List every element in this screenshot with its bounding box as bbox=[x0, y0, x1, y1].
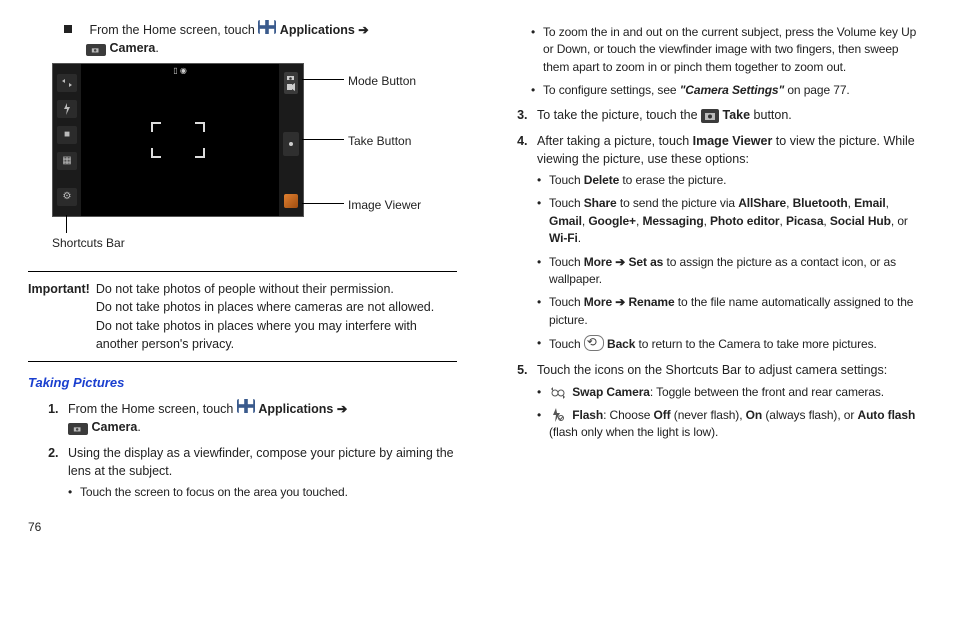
arrow-icon: ➔ bbox=[358, 23, 368, 37]
camera-shortcuts-bar: ■ ▦ ⚙ bbox=[53, 64, 81, 216]
bullet-back: Touch Back to return to the Camera to ta… bbox=[537, 335, 926, 353]
shortcut-icon: ▦ bbox=[57, 152, 77, 170]
step2-bullet: Touch the screen to focus on the area yo… bbox=[68, 484, 457, 501]
step-4: After taking a picture, touch Image View… bbox=[531, 132, 926, 354]
camera-icon bbox=[68, 423, 88, 435]
important-box: Important! Do not take photos of people … bbox=[28, 271, 457, 362]
camera-statusbar: ▯ ◉ bbox=[81, 64, 279, 78]
swap-camera-icon bbox=[549, 387, 569, 401]
take-icon bbox=[701, 109, 719, 123]
bullet-flash: Flash: Choose Off (never flash), On (alw… bbox=[537, 407, 926, 442]
camera-right-bar bbox=[279, 64, 303, 216]
label-image-viewer: Image Viewer bbox=[348, 197, 421, 214]
page: From the Home screen, touch Applications… bbox=[28, 20, 926, 537]
bullet-rename: Touch More ➔ Rename to the file name aut… bbox=[537, 294, 926, 329]
settings-gear-icon: ⚙ bbox=[57, 188, 77, 206]
swap-camera-icon bbox=[57, 74, 77, 92]
step-2: Using the display as a viewfinder, compo… bbox=[62, 444, 457, 502]
bullet-share: Touch Share to send the picture via AllS… bbox=[537, 195, 926, 247]
step2-zoom-bullet: To zoom the in and out on the current su… bbox=[531, 24, 926, 76]
open-camera-instruction: From the Home screen, touch Applications… bbox=[28, 20, 457, 57]
flash-mode-icon bbox=[57, 100, 77, 118]
text: From the Home screen, touch bbox=[89, 23, 258, 37]
shortcut-icon: ■ bbox=[57, 126, 77, 144]
step-1: From the Home screen, touch Applications… bbox=[62, 399, 457, 436]
camera-label: Camera bbox=[109, 41, 155, 55]
image-viewer-button bbox=[284, 194, 298, 208]
step2-settings-bullet: To configure settings, see "Camera Setti… bbox=[531, 82, 926, 99]
label-shortcuts-bar: Shortcuts Bar bbox=[52, 235, 125, 252]
camera-figure: ■ ▦ ⚙ ▯ ◉ Mode Button bbox=[52, 63, 457, 253]
label-take-button: Take Button bbox=[348, 133, 411, 150]
label-mode-button: Mode Button bbox=[348, 73, 416, 90]
mode-video-icon bbox=[284, 80, 298, 94]
focus-brackets-icon bbox=[151, 122, 205, 158]
important-body: Do not take photos of people without the… bbox=[96, 280, 457, 353]
apps-grid-icon bbox=[237, 399, 255, 413]
step-3: To take the picture, touch the Take butt… bbox=[531, 106, 926, 124]
apps-grid-icon bbox=[258, 20, 276, 34]
section-title: Taking Pictures bbox=[28, 374, 457, 393]
steps-list-cont: To take the picture, touch the Take butt… bbox=[497, 106, 926, 442]
take-button bbox=[283, 132, 299, 156]
camera-icon bbox=[86, 44, 106, 56]
applications-label: Applications bbox=[280, 23, 355, 37]
important-label: Important! bbox=[28, 280, 96, 353]
bullet-square-icon bbox=[64, 25, 72, 33]
flash-icon bbox=[549, 408, 569, 422]
left-column: From the Home screen, touch Applications… bbox=[28, 20, 457, 537]
steps-list: From the Home screen, touch Applications… bbox=[28, 399, 457, 502]
page-number: 76 bbox=[28, 519, 457, 536]
back-icon bbox=[584, 335, 604, 351]
step-5: Touch the icons on the Shortcuts Bar to … bbox=[531, 361, 926, 441]
bullet-swap: Swap Camera: Toggle between the front an… bbox=[537, 384, 926, 401]
camera-viewfinder: ■ ▦ ⚙ ▯ ◉ bbox=[52, 63, 304, 217]
bullet-setas: Touch More ➔ Set as to assign the pictur… bbox=[537, 254, 926, 289]
bullet-delete: Touch Delete to erase the picture. bbox=[537, 172, 926, 189]
right-column: To zoom the in and out on the current su… bbox=[497, 20, 926, 537]
